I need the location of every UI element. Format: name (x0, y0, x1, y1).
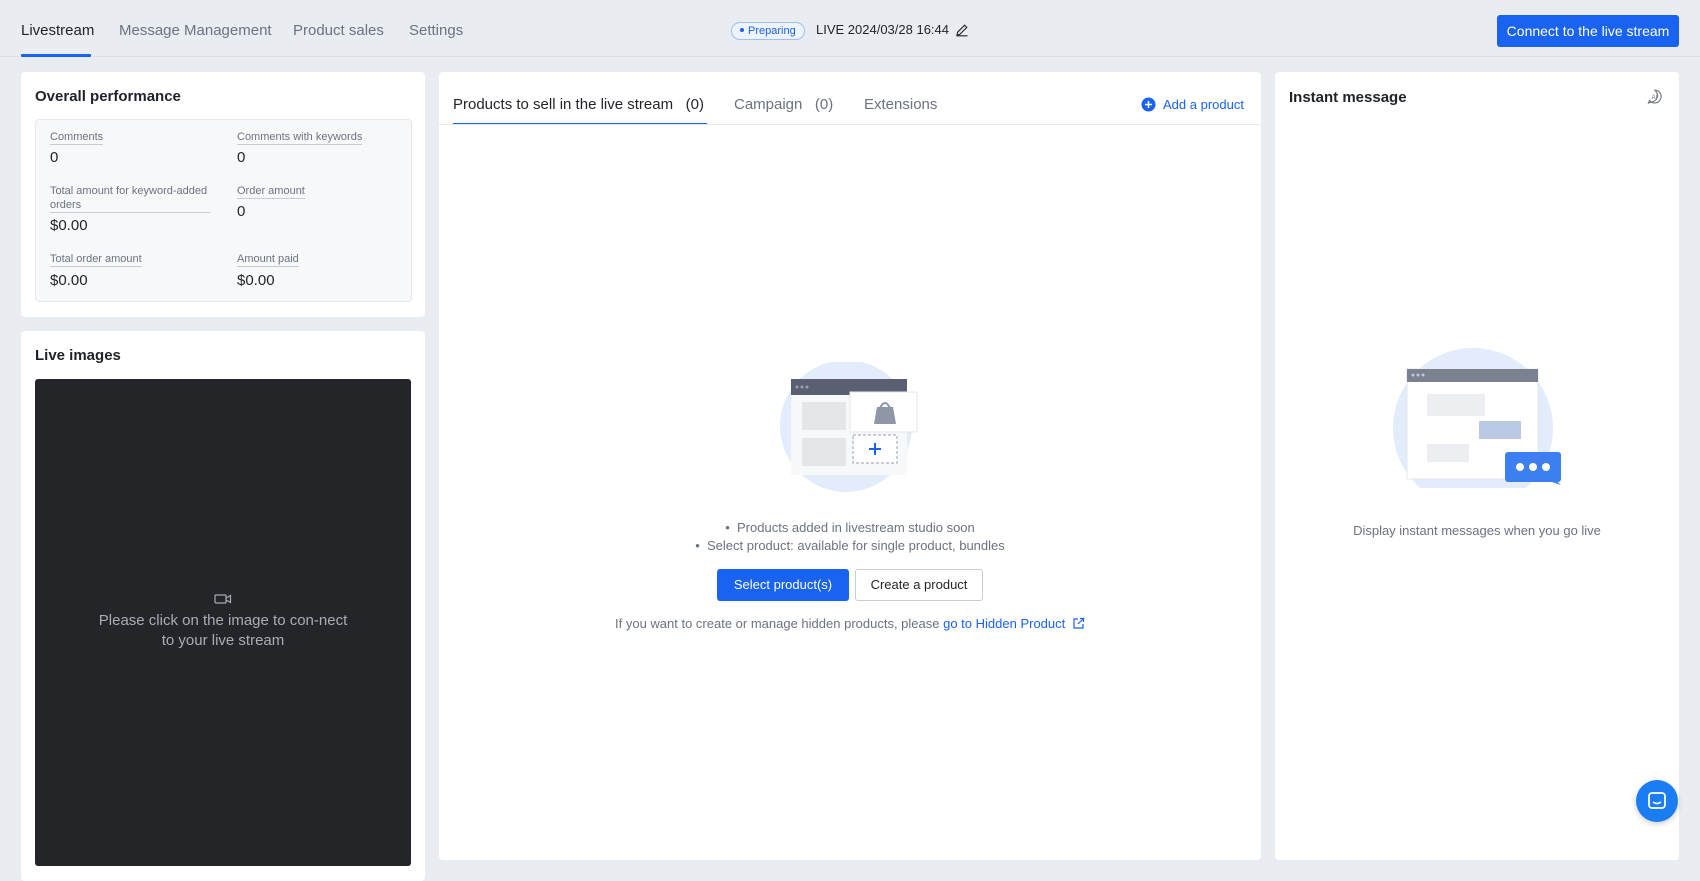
active-tab-indicator (21, 54, 91, 57)
overall-performance-card: Overall performance Comments 0 Comments … (21, 72, 425, 317)
empty-messages-illustration (1393, 348, 1561, 488)
metric-value-amount-paid: $0.00 (237, 272, 275, 289)
tab-campaign[interactable]: Campaign (0) (734, 96, 833, 113)
products-hint-1: • Products added in livestream studio so… (439, 520, 1261, 535)
products-hint-2-text: Select product: available for single pro… (707, 538, 1005, 553)
add-product-link[interactable]: Add a product (1163, 97, 1244, 112)
metric-value-comments: 0 (50, 149, 59, 166)
external-link-icon[interactable] (1072, 617, 1085, 630)
create-product-button[interactable]: Create a product (855, 569, 983, 601)
live-images-title: Live images (35, 347, 121, 364)
metric-label-order-amount[interactable]: Order amount (237, 184, 305, 199)
top-navigation: Livestream Message Management Product sa… (0, 0, 1700, 57)
tab-campaign-label: Campaign (734, 96, 803, 113)
metric-value-total-order-amount: $0.00 (50, 272, 88, 289)
bullet-dot: • (695, 538, 708, 553)
instant-message-title: Instant message (1289, 89, 1407, 106)
tabs-divider (439, 124, 1261, 125)
live-images-card: Live images Please click on the image to… (21, 331, 425, 881)
select-products-button[interactable]: Select product(s) (717, 569, 849, 601)
tab-extensions[interactable]: Extensions (864, 96, 937, 113)
tab-message-management[interactable]: Message Management (119, 22, 272, 39)
live-time: LIVE 2024/03/28 16:44 (816, 22, 950, 37)
hidden-product-link[interactable]: go to Hidden Product (943, 616, 1065, 631)
metric-value-comments-keywords: 0 (237, 149, 246, 166)
empty-products-illustration (780, 362, 918, 492)
bullet-dot: • (725, 520, 738, 535)
metric-value-keyword-orders-total: $0.00 (50, 217, 88, 234)
tab-products-to-sell[interactable]: Products to sell in the live stream (0) (453, 96, 704, 113)
video-placeholder-text: Please click on the image to con-nect to… (98, 612, 348, 649)
tab-products-count: (0) (685, 96, 704, 113)
tab-settings[interactable]: Settings (409, 22, 463, 39)
status-badge-label: Preparing (748, 25, 796, 37)
tab-products-label: Products to sell in the live stream (453, 96, 674, 113)
metric-label-amount-paid[interactable]: Amount paid (237, 252, 299, 267)
tab-campaign-count: (0) (814, 96, 834, 113)
status-badge: Preparing (731, 22, 805, 40)
plus-circle-icon[interactable] (1141, 97, 1156, 112)
connect-live-stream-button[interactable]: Connect to the live stream (1497, 15, 1679, 47)
status-dot (740, 28, 744, 33)
edit-icon[interactable] (955, 23, 969, 37)
ai-icon[interactable]: AI (1647, 89, 1662, 104)
overall-performance-title: Overall performance (35, 88, 181, 105)
hidden-products-text: If you want to create or manage hidden p… (615, 616, 940, 631)
metric-value-order-amount: 0 (237, 203, 246, 220)
products-card: Products to sell in the live stream (0) … (439, 72, 1261, 860)
metric-label-keyword-orders-total[interactable]: Total amount for keyword-added orders (50, 184, 210, 213)
live-video-preview[interactable]: Please click on the image to con-nect to… (35, 379, 411, 866)
video-camera-icon (214, 594, 232, 604)
chat-icon (1648, 792, 1666, 809)
metric-label-comments[interactable]: Comments (50, 130, 104, 145)
svg-text:AI: AI (1652, 95, 1658, 101)
support-chat-button[interactable] (1636, 780, 1678, 822)
metric-label-total-order-amount[interactable]: Total order amount (50, 252, 142, 267)
products-hint-2: • Select product: available for single p… (439, 538, 1261, 553)
tab-livestream[interactable]: Livestream (21, 22, 94, 39)
hidden-products-hint: If you want to create or manage hidden p… (615, 616, 1065, 631)
products-hint-1-text: Products added in livestream studio soon (737, 520, 975, 535)
performance-metrics: Comments 0 Comments with keywords 0 Tota… (35, 119, 412, 302)
instant-message-card: Instant message AI Display instant messa… (1275, 72, 1679, 860)
tab-product-sales[interactable]: Product sales (293, 22, 384, 39)
instant-message-empty-text: Display instant messages when you go liv… (1353, 523, 1601, 538)
metric-label-comments-keywords[interactable]: Comments with keywords (237, 130, 363, 145)
